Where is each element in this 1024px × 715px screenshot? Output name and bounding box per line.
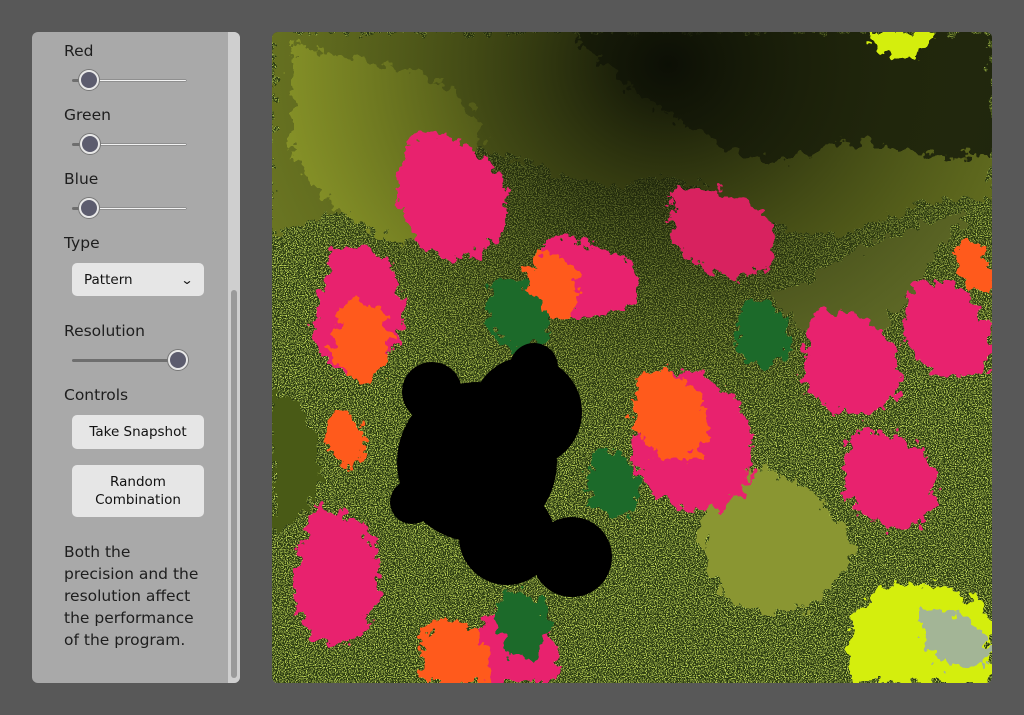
- blue-slider[interactable]: [72, 198, 187, 218]
- panel-scrollbar-thumb[interactable]: [231, 290, 237, 678]
- random-combination-button[interactable]: Random Combination: [72, 465, 204, 517]
- panel-scrollbar[interactable]: [228, 32, 240, 683]
- fractal-canvas[interactable]: [272, 32, 992, 683]
- resolution-slider-thumb[interactable]: [167, 350, 188, 370]
- type-label: Type: [64, 234, 100, 252]
- red-label: Red: [64, 42, 94, 60]
- help-text: Both the precision and the resolution af…: [64, 543, 199, 649]
- type-select-value: Pattern: [84, 271, 133, 288]
- resolution-label: Resolution: [64, 322, 145, 340]
- take-snapshot-button[interactable]: Take Snapshot: [72, 415, 204, 449]
- green-label: Green: [64, 106, 111, 124]
- resolution-slider[interactable]: [72, 350, 188, 370]
- blue-label: Blue: [64, 170, 99, 188]
- red-slider[interactable]: [72, 70, 187, 90]
- type-select[interactable]: Pattern ⌄: [72, 263, 204, 296]
- fractal-image: [272, 32, 992, 683]
- green-slider-thumb[interactable]: [80, 134, 101, 154]
- random-combination-label-line2: Combination: [95, 492, 181, 508]
- resolution-slider-fill: [72, 359, 178, 362]
- chevron-down-icon: ⌄: [180, 272, 194, 287]
- red-slider-thumb[interactable]: [79, 70, 100, 90]
- blue-slider-thumb[interactable]: [79, 198, 100, 218]
- controls-label: Controls: [64, 386, 129, 404]
- control-panel: Red Green Blue Type Pattern ⌄ Resolution…: [32, 32, 240, 683]
- random-combination-label-line1: Random: [110, 474, 166, 490]
- green-slider[interactable]: [72, 134, 187, 154]
